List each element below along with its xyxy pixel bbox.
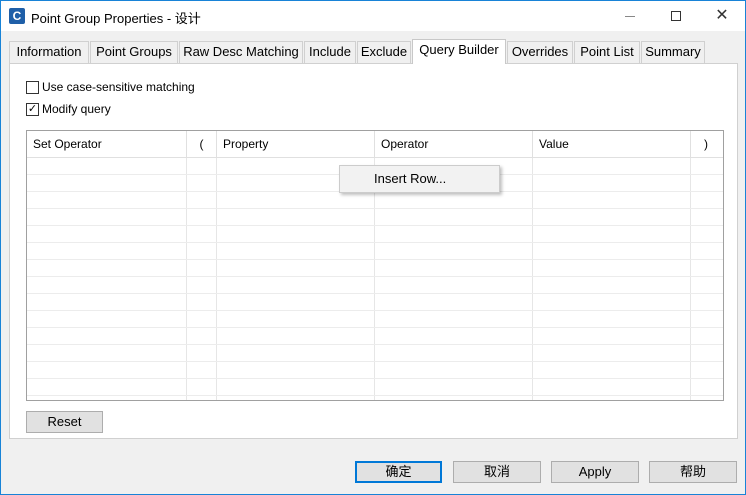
- close-button[interactable]: ✕: [699, 1, 745, 31]
- column-header-close-paren[interactable]: ): [691, 131, 721, 158]
- maximize-icon: [671, 11, 681, 21]
- table-row: [27, 379, 723, 396]
- table-row: [27, 294, 723, 311]
- tab-raw-desc-matching[interactable]: Raw Desc Matching: [179, 41, 303, 63]
- table-row: [27, 192, 723, 209]
- grid-header: Set Operator ( Property Operator Value ): [27, 131, 723, 158]
- tab-strip: Information Point Groups Raw Desc Matchi…: [9, 39, 739, 64]
- context-menu: Insert Row...: [339, 165, 500, 193]
- window-title: Point Group Properties - 设计: [31, 11, 201, 26]
- point-group-properties-window: C Point Group Properties - 设计 ✕ Informat…: [0, 0, 746, 495]
- column-header-open-paren[interactable]: (: [187, 131, 217, 158]
- table-row: [27, 260, 723, 277]
- table-row: [27, 226, 723, 243]
- tab-summary[interactable]: Summary: [641, 41, 705, 63]
- table-row: [27, 243, 723, 260]
- column-header-value[interactable]: Value: [533, 131, 691, 158]
- close-icon: ✕: [715, 7, 729, 24]
- help-button[interactable]: 帮助: [649, 461, 737, 483]
- column-header-set-operator[interactable]: Set Operator: [27, 131, 187, 158]
- tab-query-builder[interactable]: Query Builder: [412, 39, 506, 64]
- case-sensitive-checkbox[interactable]: [26, 80, 39, 94]
- reset-button[interactable]: Reset: [26, 411, 103, 433]
- tab-include[interactable]: Include: [304, 41, 356, 63]
- column-header-property[interactable]: Property: [217, 131, 375, 158]
- ok-button[interactable]: 确定: [355, 461, 442, 483]
- app-icon: C: [9, 8, 25, 24]
- tab-point-list[interactable]: Point List: [574, 41, 640, 63]
- table-row: [27, 345, 723, 362]
- modify-query-option[interactable]: ✓ Modify query: [26, 101, 111, 117]
- grid-body[interactable]: [27, 158, 723, 400]
- title-bar[interactable]: C Point Group Properties - 设计 ✕: [1, 1, 745, 31]
- minimize-button[interactable]: [607, 1, 653, 31]
- menu-item-insert-row[interactable]: Insert Row...: [342, 168, 497, 190]
- case-sensitive-option[interactable]: Use case-sensitive matching: [26, 79, 195, 95]
- query-builder-panel: Use case-sensitive matching ✓ Modify que…: [9, 63, 738, 439]
- apply-button[interactable]: Apply: [551, 461, 639, 483]
- case-sensitive-label: Use case-sensitive matching: [42, 80, 195, 94]
- cancel-button[interactable]: 取消: [453, 461, 541, 483]
- table-row: [27, 277, 723, 294]
- tab-point-groups[interactable]: Point Groups: [90, 41, 178, 63]
- table-row: [27, 328, 723, 345]
- column-header-operator[interactable]: Operator: [375, 131, 533, 158]
- table-row: [27, 362, 723, 379]
- tab-overrides[interactable]: Overrides: [507, 41, 573, 63]
- table-row: [27, 209, 723, 226]
- table-row: [27, 311, 723, 328]
- minimize-icon: [625, 15, 635, 17]
- modify-query-label: Modify query: [42, 102, 111, 116]
- tab-exclude[interactable]: Exclude: [357, 41, 411, 63]
- maximize-button[interactable]: [653, 1, 699, 31]
- modify-query-checkbox[interactable]: ✓: [26, 102, 39, 116]
- tab-information[interactable]: Information: [9, 41, 89, 63]
